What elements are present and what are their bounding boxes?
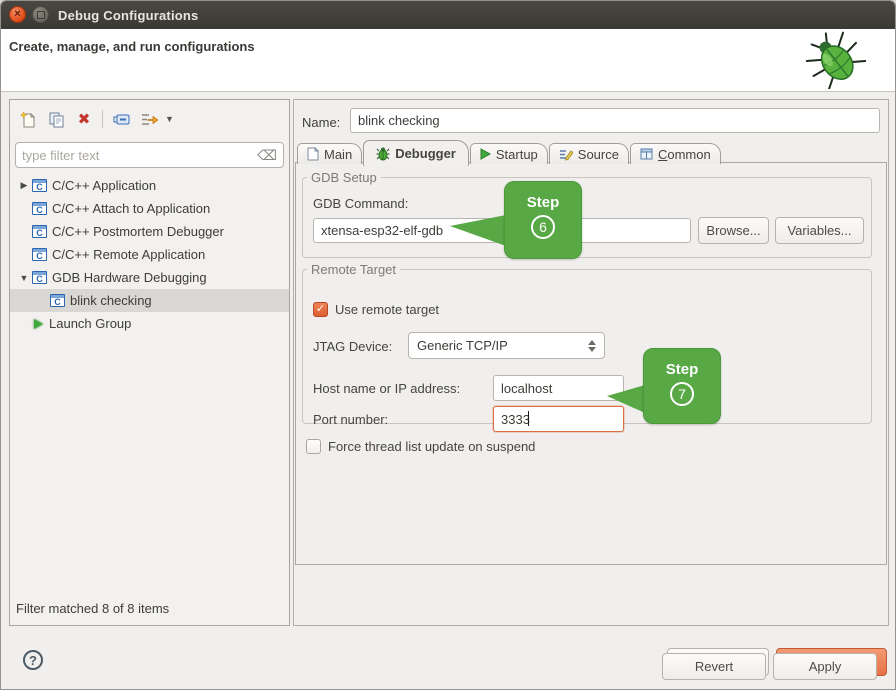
restore-glyph	[37, 11, 45, 19]
use-remote-target-checkbox[interactable]: ✓	[313, 302, 328, 317]
collapse-all-icon[interactable]	[111, 109, 131, 129]
filter-configurations-icon[interactable]	[139, 109, 159, 129]
launch-group-icon	[34, 319, 43, 329]
toolbar-separator	[102, 110, 103, 128]
title-bar[interactable]: × Debug Configurations	[1, 1, 895, 29]
c-application-icon: C	[50, 294, 65, 307]
tree-item-launch-group[interactable]: ▶ Launch Group	[10, 312, 289, 335]
step-7-arrow	[607, 385, 645, 413]
table-icon	[640, 148, 653, 160]
variables-button[interactable]: Variables...	[775, 217, 864, 244]
force-thread-label: Force thread list update on suspend	[328, 439, 535, 454]
tree-item-cpp-postmortem[interactable]: ▶ C C/C++ Postmortem Debugger	[10, 220, 289, 243]
window-close-icon[interactable]: ×	[9, 6, 26, 23]
configurations-panel: ✖ ▼ ⌫ ▶ C C/C++ Application ▶ C C/C++	[9, 99, 290, 626]
debug-bug-icon	[801, 31, 871, 94]
dialog-header: Create, manage, and run configurations	[1, 29, 895, 92]
c-application-icon: C	[32, 225, 47, 238]
launch-toolbar: ✖ ▼	[10, 105, 289, 133]
play-icon	[480, 148, 491, 160]
c-application-icon: C	[32, 248, 47, 261]
port-label: Port number:	[313, 412, 388, 427]
filter-input[interactable]	[16, 148, 257, 163]
gdb-setup-title: GDB Setup	[307, 170, 381, 185]
jtag-device-value: Generic TCP/IP	[417, 338, 588, 353]
tree-item-label: GDB Hardware Debugging	[52, 270, 207, 285]
collapse-arrow-icon[interactable]: ▼	[18, 273, 30, 283]
tab-label: Debugger	[395, 146, 456, 161]
step-label: Step	[527, 194, 560, 211]
host-label: Host name or IP address:	[313, 381, 460, 396]
duplicate-configuration-icon[interactable]	[46, 109, 66, 129]
step-6-callout: Step 6	[504, 181, 582, 259]
remote-target-group: Remote Target ✓ Use remote target JTAG D…	[302, 262, 872, 424]
configuration-detail-panel: Name: Main Debugger Startup Source Commo…	[293, 99, 889, 626]
tree-item-label: C/C++ Attach to Application	[52, 201, 210, 216]
tab-label: Startup	[496, 147, 538, 162]
jtag-device-label: JTAG Device:	[313, 339, 392, 354]
tree-item-gdb-hardware[interactable]: ▼ C GDB Hardware Debugging	[10, 266, 289, 289]
new-configuration-icon[interactable]	[18, 109, 38, 129]
tab-label: Source	[578, 147, 619, 162]
tab-source[interactable]: Source	[549, 143, 629, 164]
configuration-tabs: Main Debugger Startup Source Common	[297, 139, 722, 164]
debugger-tab-content: GDB Setup GDB Command: Browse... Variabl…	[295, 162, 887, 565]
text-cursor	[528, 411, 529, 426]
tab-label: Common	[658, 147, 711, 162]
port-input[interactable]	[493, 406, 624, 432]
revert-button[interactable]: Revert	[662, 653, 766, 680]
jtag-device-select[interactable]: Generic TCP/IP	[408, 332, 605, 359]
browse-button[interactable]: Browse...	[698, 217, 769, 244]
window-title: Debug Configurations	[58, 1, 199, 29]
remote-target-title: Remote Target	[307, 262, 400, 277]
bug-icon	[376, 147, 390, 161]
c-application-icon: C	[32, 202, 47, 215]
filter-field-wrapper: ⌫	[15, 142, 284, 168]
tree-item-label: C/C++ Remote Application	[52, 247, 205, 262]
apply-button[interactable]: Apply	[773, 653, 877, 680]
document-icon	[307, 147, 319, 161]
tab-main[interactable]: Main	[297, 143, 362, 164]
tree-item-label: C/C++ Postmortem Debugger	[52, 224, 224, 239]
tree-item-cpp-attach[interactable]: ▶ C C/C++ Attach to Application	[10, 197, 289, 220]
tree-item-cpp-remote[interactable]: ▶ C C/C++ Remote Application	[10, 243, 289, 266]
tree-item-label: C/C++ Application	[52, 178, 156, 193]
step-7-callout: Step 7	[643, 348, 721, 424]
clear-filter-icon[interactable]: ⌫	[257, 147, 283, 164]
host-input[interactable]	[493, 375, 624, 401]
step-number: 7	[670, 382, 694, 406]
tree-item-cpp-application[interactable]: ▶ C C/C++ Application	[10, 174, 289, 197]
tab-debugger[interactable]: Debugger	[363, 140, 469, 166]
gdb-command-label: GDB Command:	[313, 196, 408, 211]
tab-startup[interactable]: Startup	[470, 143, 548, 164]
tree-item-label: blink checking	[70, 293, 152, 308]
tree-item-blink-checking[interactable]: ▶ C blink checking	[10, 289, 289, 312]
gdb-setup-group: GDB Setup GDB Command: Browse... Variabl…	[302, 170, 872, 258]
c-application-icon: C	[32, 271, 47, 284]
name-label: Name:	[302, 115, 340, 130]
force-thread-checkbox[interactable]	[306, 439, 321, 454]
step-6-arrow	[450, 215, 506, 246]
delete-configuration-icon[interactable]: ✖	[74, 109, 94, 129]
tab-label: Main	[324, 147, 352, 162]
step-label: Step	[666, 361, 699, 378]
tab-common[interactable]: Common	[630, 143, 721, 164]
source-icon	[559, 148, 573, 161]
window-restore-icon[interactable]	[32, 6, 49, 23]
combo-spinner-icon	[588, 340, 596, 352]
tree-item-label: Launch Group	[49, 316, 131, 331]
filter-status-text: Filter matched 8 of 8 items	[16, 601, 169, 616]
header-title: Create, manage, and run configurations	[9, 39, 255, 54]
use-remote-target-label: Use remote target	[335, 302, 439, 317]
expand-arrow-icon[interactable]: ▶	[18, 180, 30, 191]
help-button[interactable]: ?	[23, 650, 43, 670]
debug-configurations-dialog: × Debug Configurations Create, manage, a…	[0, 0, 896, 690]
name-input[interactable]	[350, 108, 880, 133]
c-application-icon: C	[32, 179, 47, 192]
toolbar-menu-caret-icon[interactable]: ▼	[165, 114, 174, 124]
step-number: 6	[531, 215, 555, 239]
